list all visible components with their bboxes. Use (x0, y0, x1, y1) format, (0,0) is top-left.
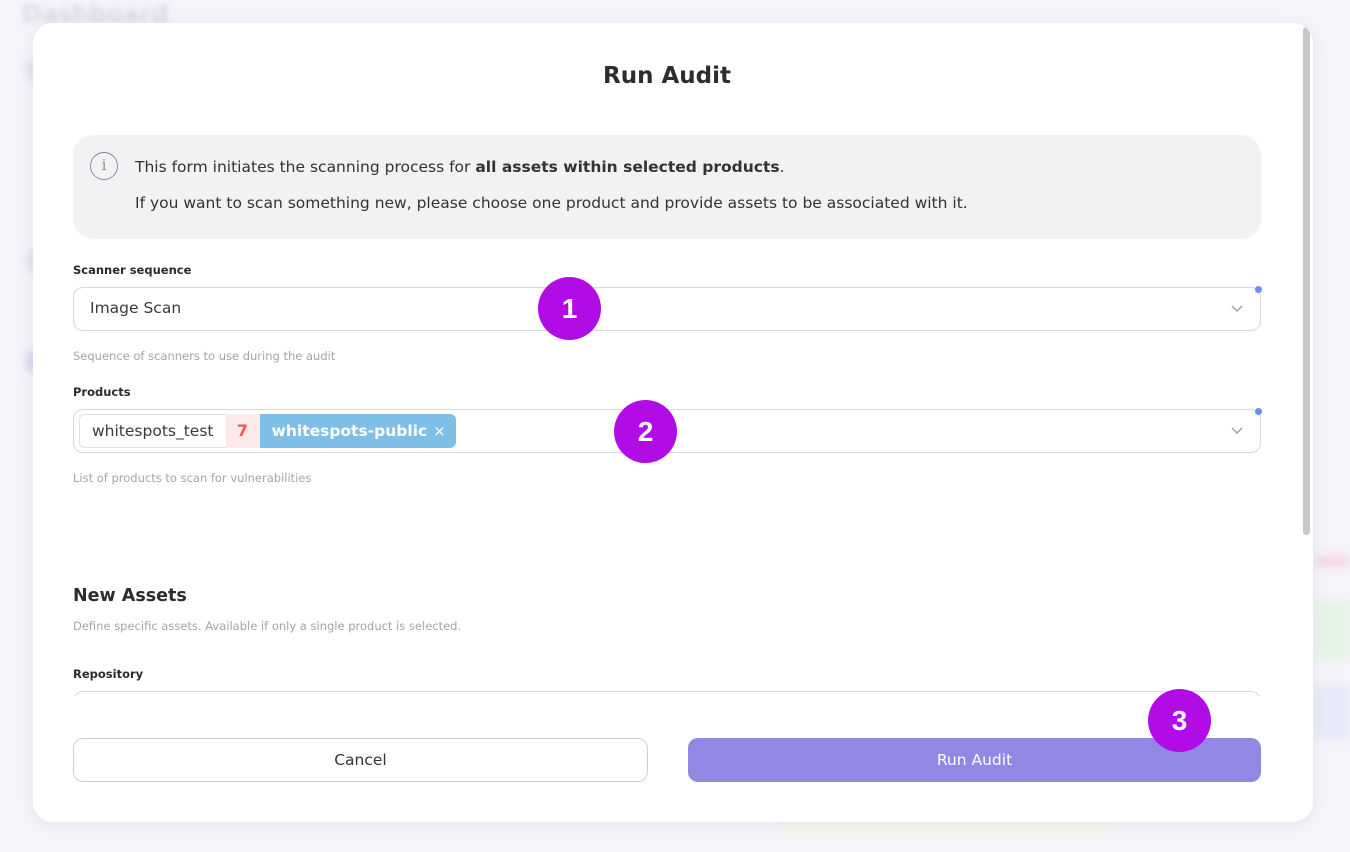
info-line-2: If you want to scan something new, pleas… (135, 194, 968, 212)
products-label: Products (73, 385, 131, 399)
new-assets-description: Define specific assets. Available if onl… (73, 619, 462, 633)
product-tag-whitespots-public[interactable]: whitespots-public × (259, 414, 456, 448)
info-banner: i This form initiates the scanning proce… (73, 135, 1261, 239)
step-marker-3: 3 (1148, 689, 1211, 752)
close-icon[interactable]: × (433, 422, 446, 440)
modal-title: Run Audit (603, 63, 731, 89)
products-helper: List of products to scan for vulnerabili… (73, 471, 312, 485)
product-tag-whitespots-test[interactable]: whitespots_test (79, 414, 226, 448)
background-decoration (780, 826, 1110, 836)
info-text: . (779, 158, 785, 176)
step-marker-2: 2 (614, 400, 677, 463)
background-decoration (1314, 600, 1350, 660)
modal-scrollbar[interactable] (1303, 27, 1310, 535)
step-marker-1: 1 (538, 277, 601, 340)
background-decoration (1314, 685, 1350, 740)
product-tag-group: whitespots_test 7 whitespots-public × (79, 414, 456, 448)
info-bold-text: all assets within selected products (475, 158, 780, 176)
cancel-button[interactable]: Cancel (73, 738, 648, 782)
chevron-down-icon[interactable] (1230, 423, 1244, 437)
scanner-sequence-select[interactable]: Image Scan (73, 286, 1262, 331)
background-decoration (1314, 555, 1350, 567)
focus-indicator (1255, 408, 1262, 415)
chevron-down-icon[interactable] (1230, 301, 1244, 315)
scanner-sequence-label: Scanner sequence (73, 263, 192, 277)
scanner-sequence-helper: Sequence of scanners to use during the a… (73, 349, 336, 363)
product-tag-label: whitespots-public (271, 422, 428, 440)
scanner-sequence-value: Image Scan (90, 299, 182, 317)
info-icon: i (90, 152, 118, 180)
focus-indicator (1255, 286, 1262, 293)
product-count-badge: 7 (225, 414, 260, 448)
modal-footer: Cancel Run Audit (33, 696, 1301, 822)
new-assets-title: New Assets (73, 586, 187, 606)
info-line-1: This form initiates the scanning process… (135, 158, 785, 176)
repository-label: Repository (73, 667, 144, 681)
info-text: This form initiates the scanning process… (135, 158, 476, 176)
